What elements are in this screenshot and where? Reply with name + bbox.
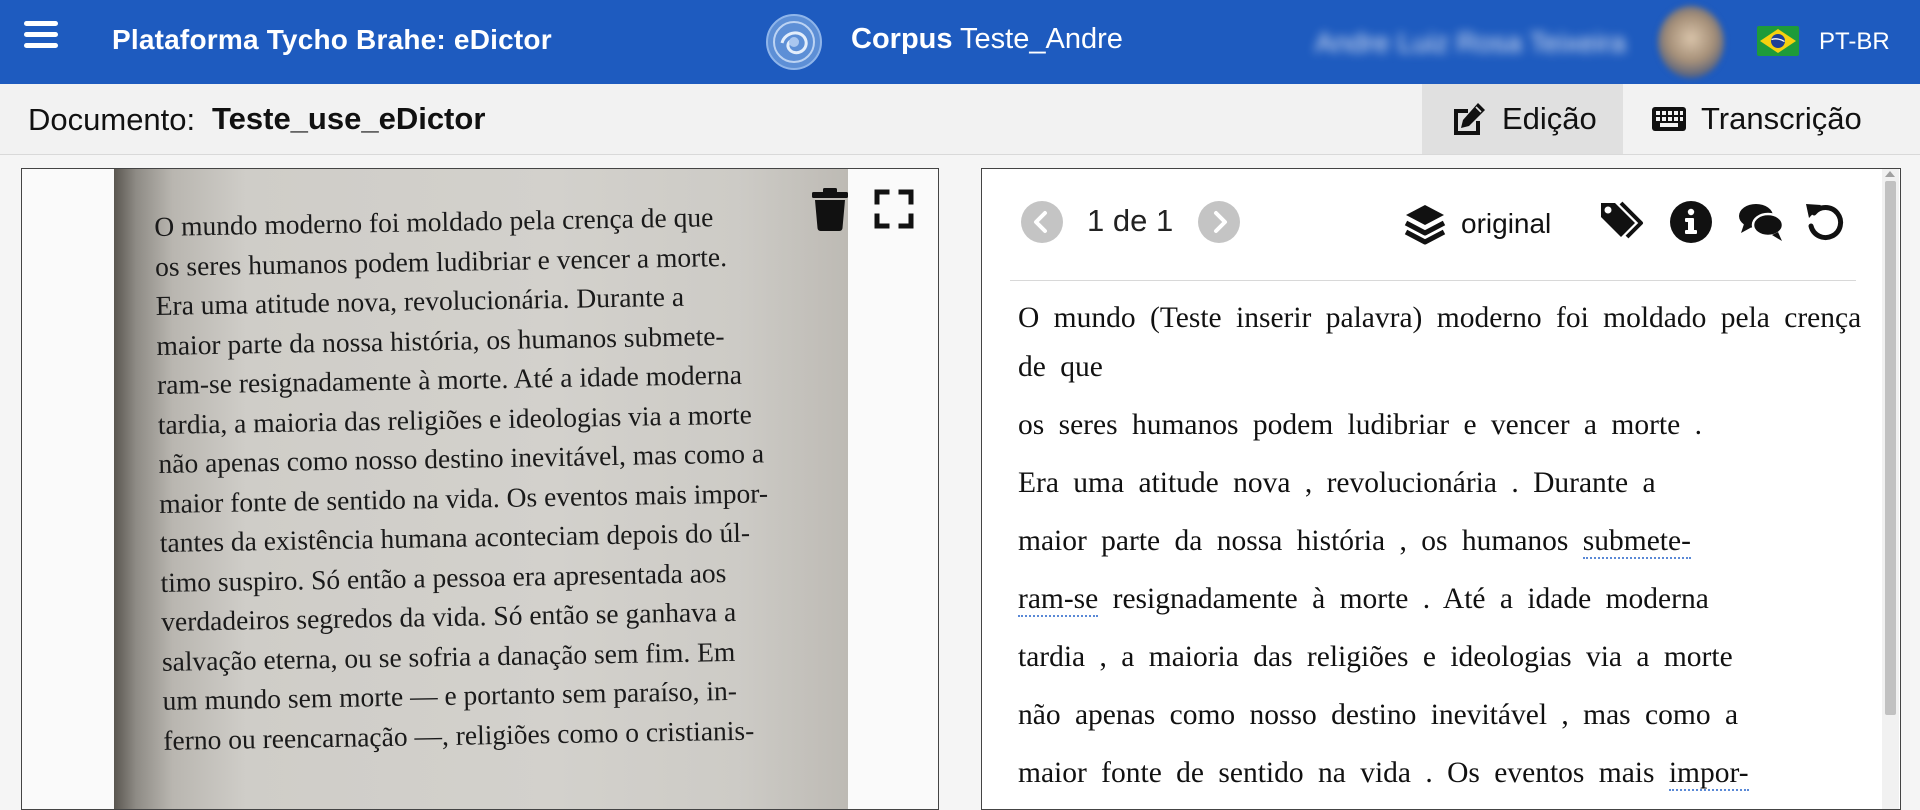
transcription-line[interactable]: tardia , a maioria das religiões e ideol… [1018, 633, 1868, 682]
document-name: Teste_use_eDictor [212, 101, 486, 136]
tab-edicao-label: Edição [1502, 101, 1597, 136]
avatar[interactable] [1658, 6, 1724, 78]
menu-icon[interactable] [24, 21, 58, 51]
chevron-right-icon [1214, 211, 1227, 233]
corpus-label: Corpus [851, 23, 953, 55]
transcription-line-text[interactable]: Era uma atitude nova , revolucionária . … [1018, 467, 1656, 499]
info-icon[interactable] [1669, 200, 1713, 244]
app-title[interactable]: Plataforma Tycho Brahe: eDictor [112, 24, 552, 56]
document-label: Documento: [28, 102, 196, 137]
transcription-line[interactable]: ram-se resignadamente à morte . Até a id… [1018, 575, 1868, 624]
transcription-line[interactable]: maior fonte de sentido na vida . Os even… [1018, 749, 1868, 798]
image-viewer-panel: O mundo moderno foi moldado pela crença … [21, 168, 939, 810]
comments-icon[interactable] [1738, 201, 1784, 243]
chevron-left-icon [1034, 211, 1047, 233]
corpus-name: Corpus Teste_Andre [851, 23, 1123, 56]
tab-transcricao-label: Transcrição [1701, 101, 1862, 136]
tab-transcricao[interactable]: Transcrição [1623, 84, 1883, 154]
transcription-line[interactable]: O mundo (Teste inserir palavra) moderno … [1018, 294, 1868, 392]
tab-edicao[interactable]: Edição [1422, 84, 1623, 154]
transcription-line-text[interactable]: maior parte da nossa história , os human… [1018, 525, 1583, 557]
layers-icon[interactable] [1404, 203, 1446, 245]
edit-icon [1454, 103, 1485, 135]
transcription-line[interactable]: Era uma atitude nova , revolucionária . … [1018, 459, 1868, 508]
transcription-line-text[interactable]: não apenas como nosso destino inevitável… [1018, 699, 1738, 731]
page-indicator: 1 de 1 [1087, 203, 1174, 238]
transcription-line-text[interactable]: resignadamente à morte . Até a idade mod… [1098, 583, 1709, 615]
tags-icon[interactable] [1599, 199, 1645, 243]
layer-selector[interactable]: original [1461, 208, 1551, 240]
transcription-line[interactable]: não apenas como nosso destino inevitável… [1018, 691, 1868, 740]
transcription-line[interactable]: maior parte da nossa história , os human… [1018, 517, 1868, 566]
keyboard-icon [1652, 107, 1686, 131]
hyphenated-word[interactable]: ram-se [1018, 583, 1099, 617]
corpus-logo-icon [766, 14, 822, 70]
transcription-text[interactable]: O mundo (Teste inserir palavra) moderno … [1018, 294, 1868, 807]
scroll-up-arrow-icon[interactable] [1885, 171, 1895, 177]
toolbar-divider [1010, 280, 1856, 281]
user-name[interactable]: Andre Luiz Rosa Teixeira [1315, 27, 1626, 59]
hyphenated-word[interactable]: impor- [1668, 757, 1749, 791]
next-page-button[interactable] [1198, 201, 1240, 243]
brazil-flag-icon[interactable] [1757, 26, 1799, 56]
fullscreen-icon[interactable] [874, 189, 914, 229]
transcription-line-text[interactable]: tardia , a maioria das religiões e ideol… [1018, 641, 1733, 673]
transcription-line-text[interactable]: maior fonte de sentido na vida . Os even… [1018, 757, 1669, 789]
hyphenated-word[interactable]: submete- [1582, 525, 1691, 559]
top-navbar: Plataforma Tycho Brahe: eDictor Corpus T… [0, 0, 1920, 84]
page-scan-text: O mundo moderno foi moldado pela crença … [154, 196, 814, 760]
corpus-value: Teste_Andre [960, 23, 1123, 55]
undo-icon[interactable] [1804, 201, 1846, 243]
trash-icon[interactable] [811, 187, 849, 231]
document-bar: Documento: Teste_use_eDictor Edição Tran… [0, 84, 1920, 155]
transcription-line-text[interactable]: O mundo (Teste inserir palavra) moderno … [1018, 302, 1861, 383]
transcription-line[interactable]: os seres humanos podem ludibriar e vence… [1018, 401, 1868, 450]
language-selector[interactable]: PT-BR [1819, 28, 1890, 56]
transcription-editor-panel: 1 de 1 original O mundo (Teste inserir p… [981, 168, 1901, 810]
editor-scrollbar-thumb[interactable] [1885, 181, 1896, 715]
prev-page-button[interactable] [1021, 201, 1063, 243]
transcription-line-text[interactable]: os seres humanos podem ludibriar e vence… [1018, 409, 1702, 441]
page-scan-image[interactable]: O mundo moderno foi moldado pela crença … [114, 169, 848, 809]
